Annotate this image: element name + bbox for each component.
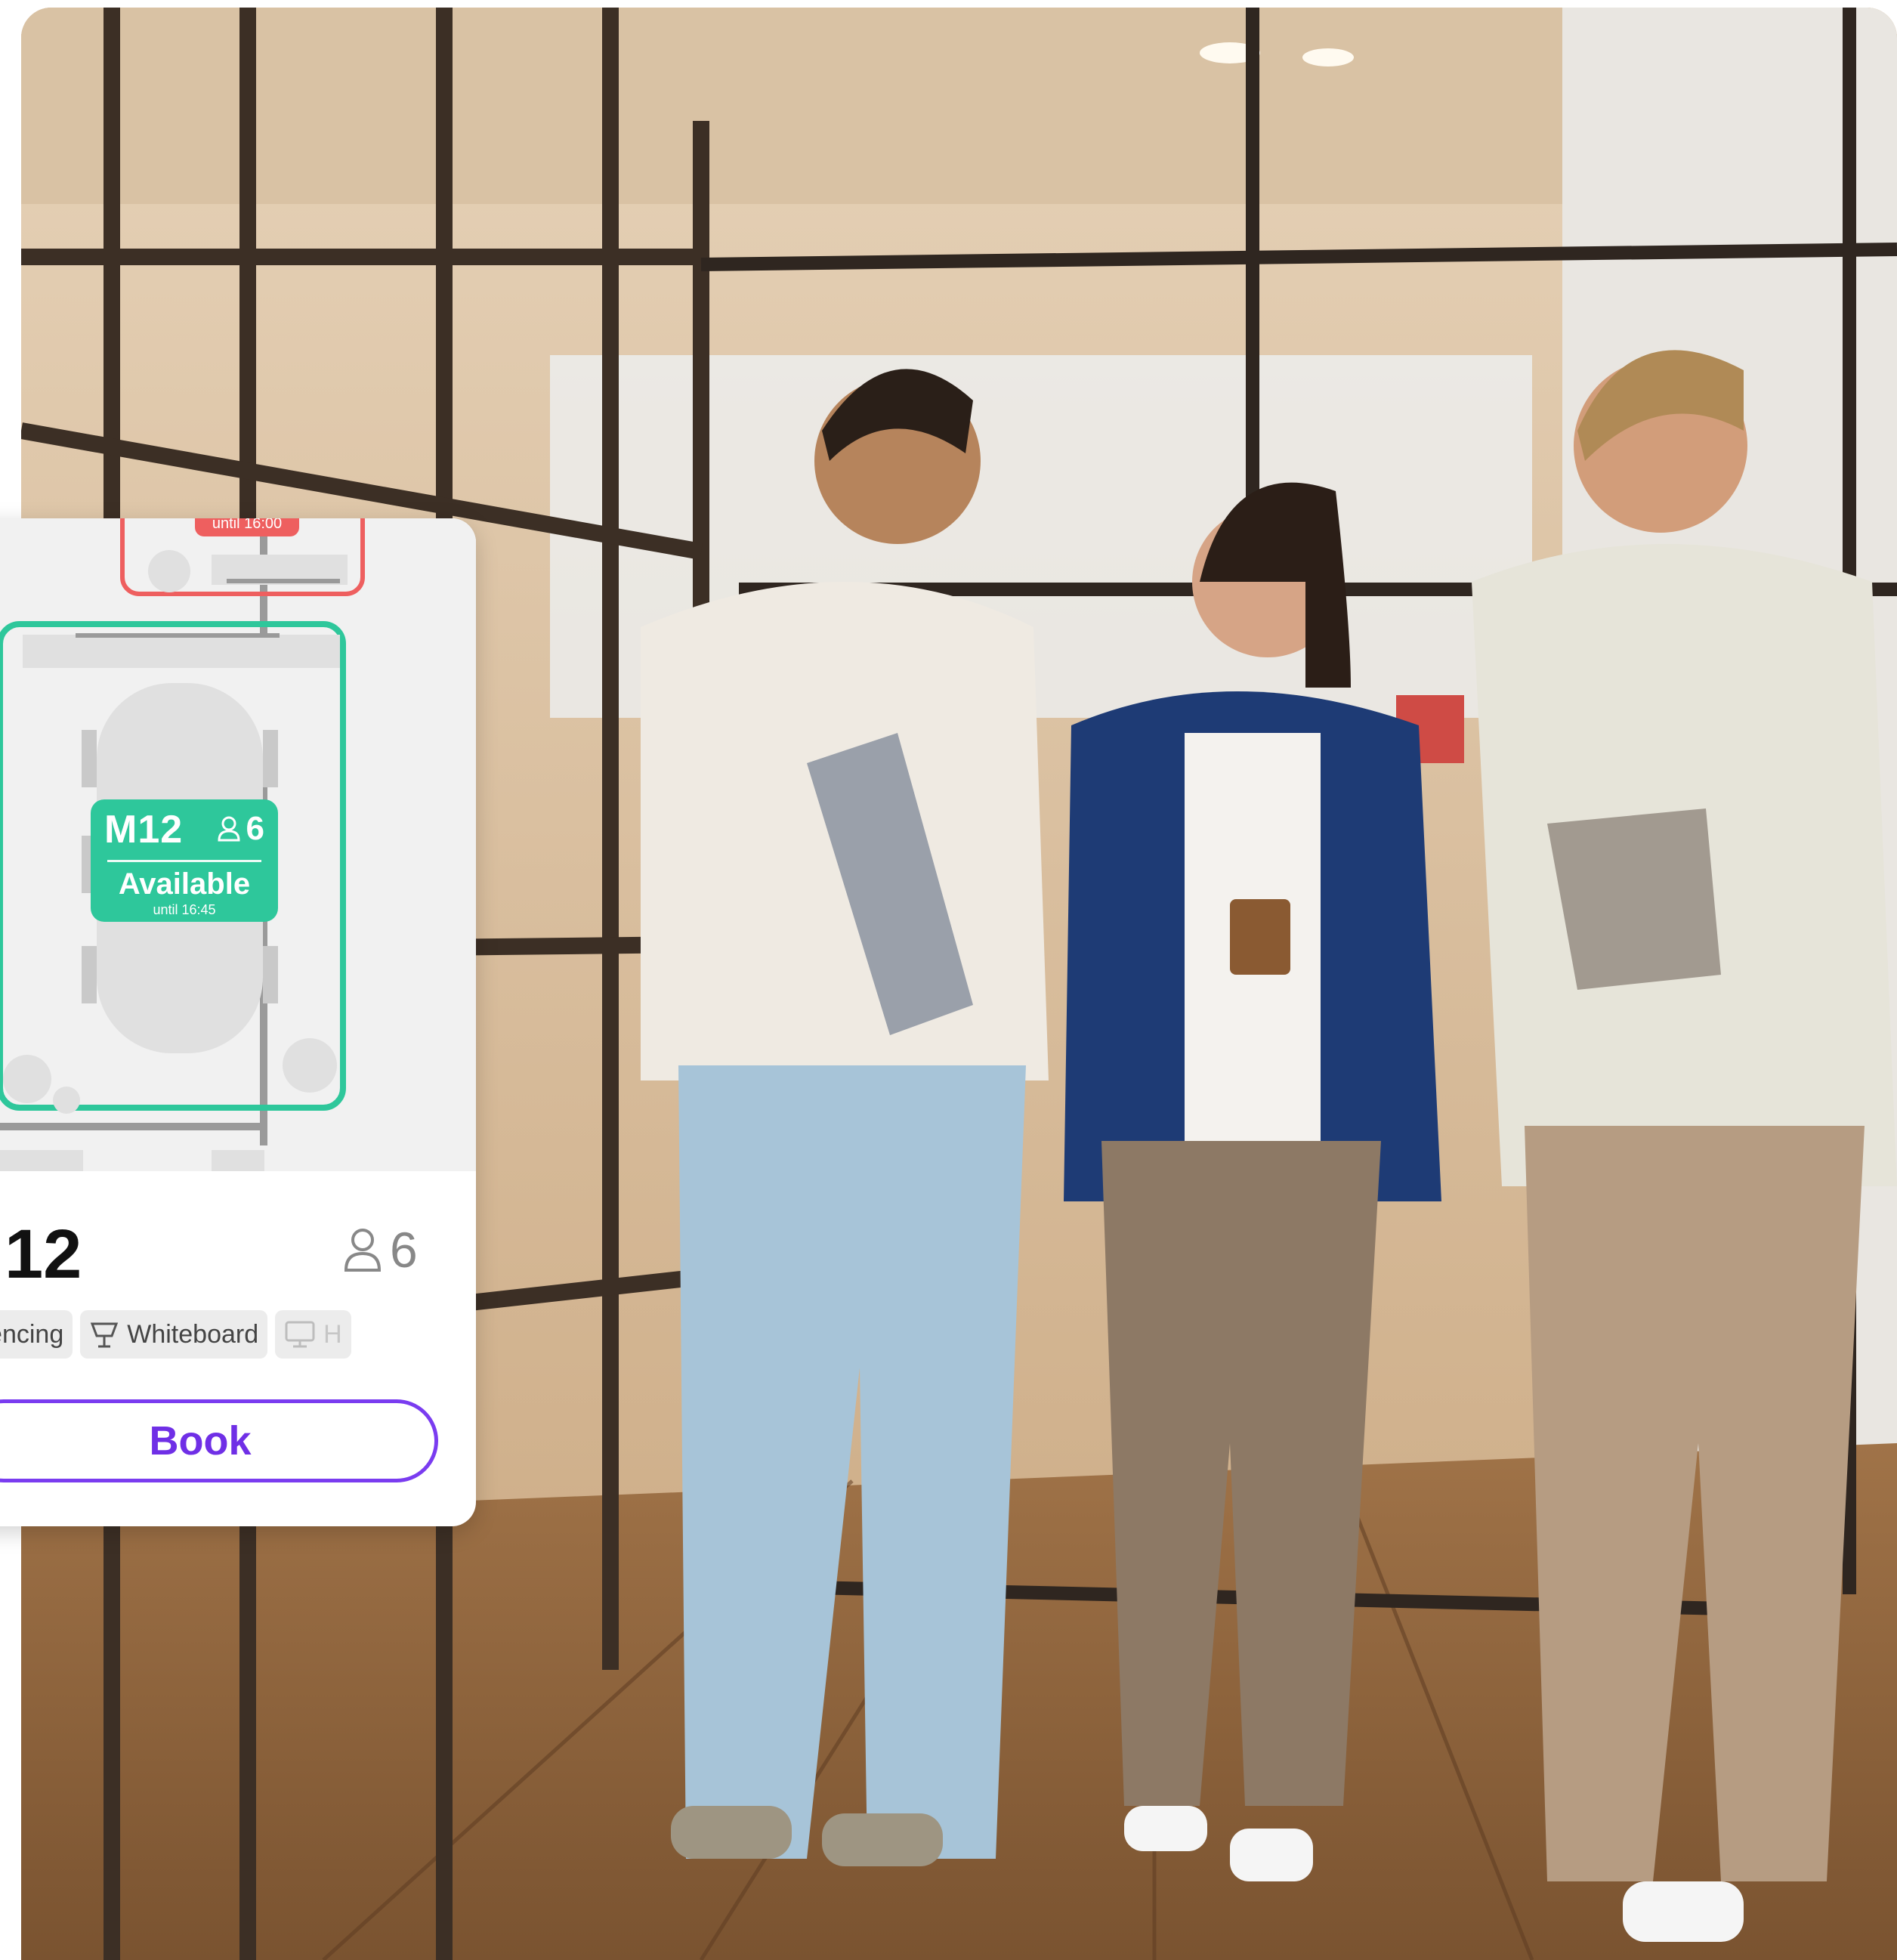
book-button[interactable]: Book [0,1399,438,1482]
room-id: M12 [104,808,184,852]
badge-capacity-value: 6 [246,810,264,847]
amenities-list: Conferencing Whiteboard H [0,1310,476,1359]
room-status: Available [118,867,251,901]
monitor-icon [285,1321,315,1348]
amenity-conferencing[interactable]: Conferencing [0,1310,73,1359]
amenity-display[interactable]: H [275,1310,351,1359]
amenity-label: Whiteboard [127,1319,259,1349]
room-capacity-value: 6 [390,1222,418,1278]
room-card[interactable]: until 16:00 M12 6 Available until 16:45 … [0,518,476,1526]
whiteboard-icon [91,1322,119,1348]
amenity-whiteboard[interactable]: Whiteboard [80,1310,268,1359]
person-icon [218,816,240,842]
amenity-label: Conferencing [0,1319,64,1349]
neighbor-until-text: until 16:00 [212,518,283,532]
room-status-badge[interactable]: M12 6 Available until 16:45 [91,799,278,922]
room-title: 12 [5,1216,82,1293]
floor-plan[interactable]: until 16:00 M12 6 Available until 16:45 [0,518,476,1171]
amenity-label: H [323,1319,342,1349]
person-icon [344,1229,382,1272]
badge-divider [107,860,261,862]
badge-capacity: 6 [218,810,264,848]
neighbor-room-tag: until 16:00 [195,518,299,536]
room-until: until 16:45 [153,902,216,917]
room-capacity: 6 [343,1221,418,1278]
